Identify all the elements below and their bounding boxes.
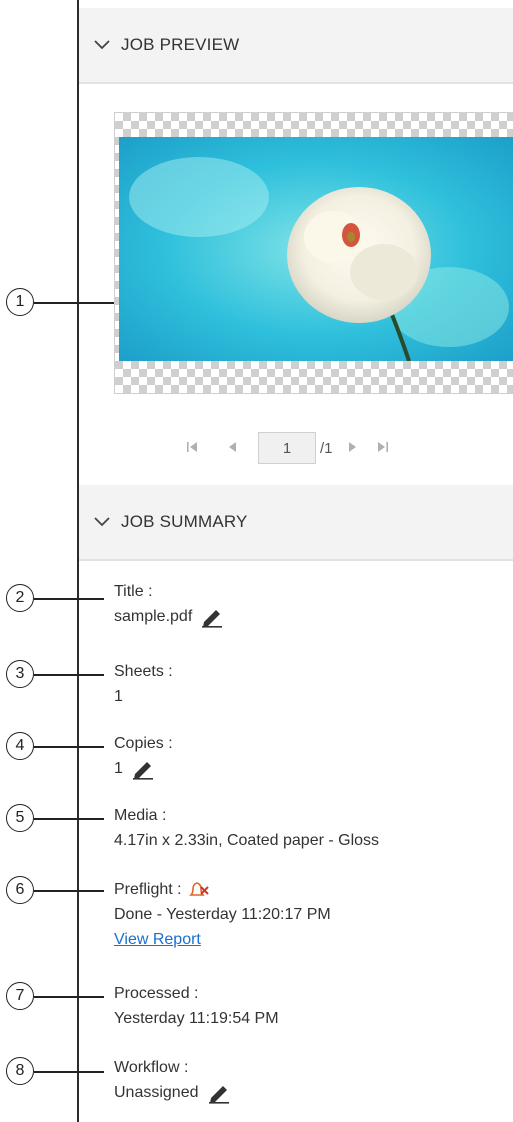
edit-pencil-icon[interactable] <box>207 1082 231 1104</box>
callout-marker: 1 <box>6 288 34 316</box>
preflight-error-icon <box>188 880 210 900</box>
page-total: /1 <box>320 439 333 457</box>
title-value: sample.pdf <box>114 608 193 625</box>
callout-marker: 7 <box>6 982 34 1010</box>
sheets-value: 1 <box>114 688 123 705</box>
callout-marker: 4 <box>6 732 34 760</box>
edit-pencil-icon[interactable] <box>200 606 224 628</box>
callout-leader-line <box>34 302 114 304</box>
callout-leader-line <box>34 746 104 748</box>
callout-marker: 5 <box>6 804 34 832</box>
job-summary-header[interactable]: JOB SUMMARY <box>79 485 513 561</box>
last-page-icon[interactable] <box>371 440 395 457</box>
section-title: JOB SUMMARY <box>121 512 248 531</box>
page-navigator: 1 /1 <box>180 432 395 464</box>
callout-marker: 8 <box>6 1057 34 1085</box>
callout-leader-line <box>34 818 104 820</box>
processed-value: Yesterday 11:19:54 PM <box>114 1010 279 1027</box>
first-page-icon[interactable] <box>180 440 204 457</box>
preflight-value: Done - Yesterday 11:20:17 PM <box>114 906 331 923</box>
chevron-down-icon <box>91 34 113 56</box>
callout-leader-line <box>34 674 104 676</box>
workflow-label: Workflow : <box>114 1059 189 1076</box>
workflow-value: Unassigned <box>114 1084 199 1101</box>
media-value: 4.17in x 2.33in, Coated paper - Gloss <box>114 832 380 849</box>
callout-leader-line <box>34 598 104 600</box>
field-processed: Processed : Yesterday 11:19:54 PM <box>114 983 279 1031</box>
callout-leader-line <box>34 890 104 892</box>
field-media: Media : 4.17in x 2.33in, Coated paper - … <box>114 805 379 853</box>
page-number-input[interactable]: 1 <box>258 432 316 464</box>
view-report-link[interactable]: View Report <box>114 929 331 951</box>
title-label: Title : <box>114 583 153 600</box>
field-preflight: Preflight : Done - Yesterday 11:20:17 PM… <box>114 879 331 951</box>
callout-leader-line <box>34 1071 104 1073</box>
callout-marker: 3 <box>6 660 34 688</box>
media-label: Media : <box>114 807 167 824</box>
job-preview-thumbnail <box>114 112 513 394</box>
field-workflow: Workflow : Unassigned <box>114 1057 231 1105</box>
sheets-label: Sheets : <box>114 663 173 680</box>
flower-image <box>119 137 513 361</box>
preflight-label: Preflight : <box>114 881 182 898</box>
next-page-icon[interactable] <box>341 440 365 457</box>
callout-marker: 6 <box>6 876 34 904</box>
field-sheets: Sheets : 1 <box>114 661 173 709</box>
field-copies: Copies : 1 <box>114 733 173 781</box>
callout-marker: 2 <box>6 584 34 612</box>
copies-label: Copies : <box>114 735 173 752</box>
edit-pencil-icon[interactable] <box>131 758 155 780</box>
section-title: JOB PREVIEW <box>121 35 240 54</box>
copies-value: 1 <box>114 760 123 777</box>
callout-leader-line <box>34 996 104 998</box>
previous-page-icon[interactable] <box>220 440 244 457</box>
field-title: Title : sample.pdf <box>114 581 224 629</box>
job-preview-header[interactable]: JOB PREVIEW <box>79 8 513 84</box>
chevron-down-icon <box>91 511 113 533</box>
processed-label: Processed : <box>114 985 199 1002</box>
